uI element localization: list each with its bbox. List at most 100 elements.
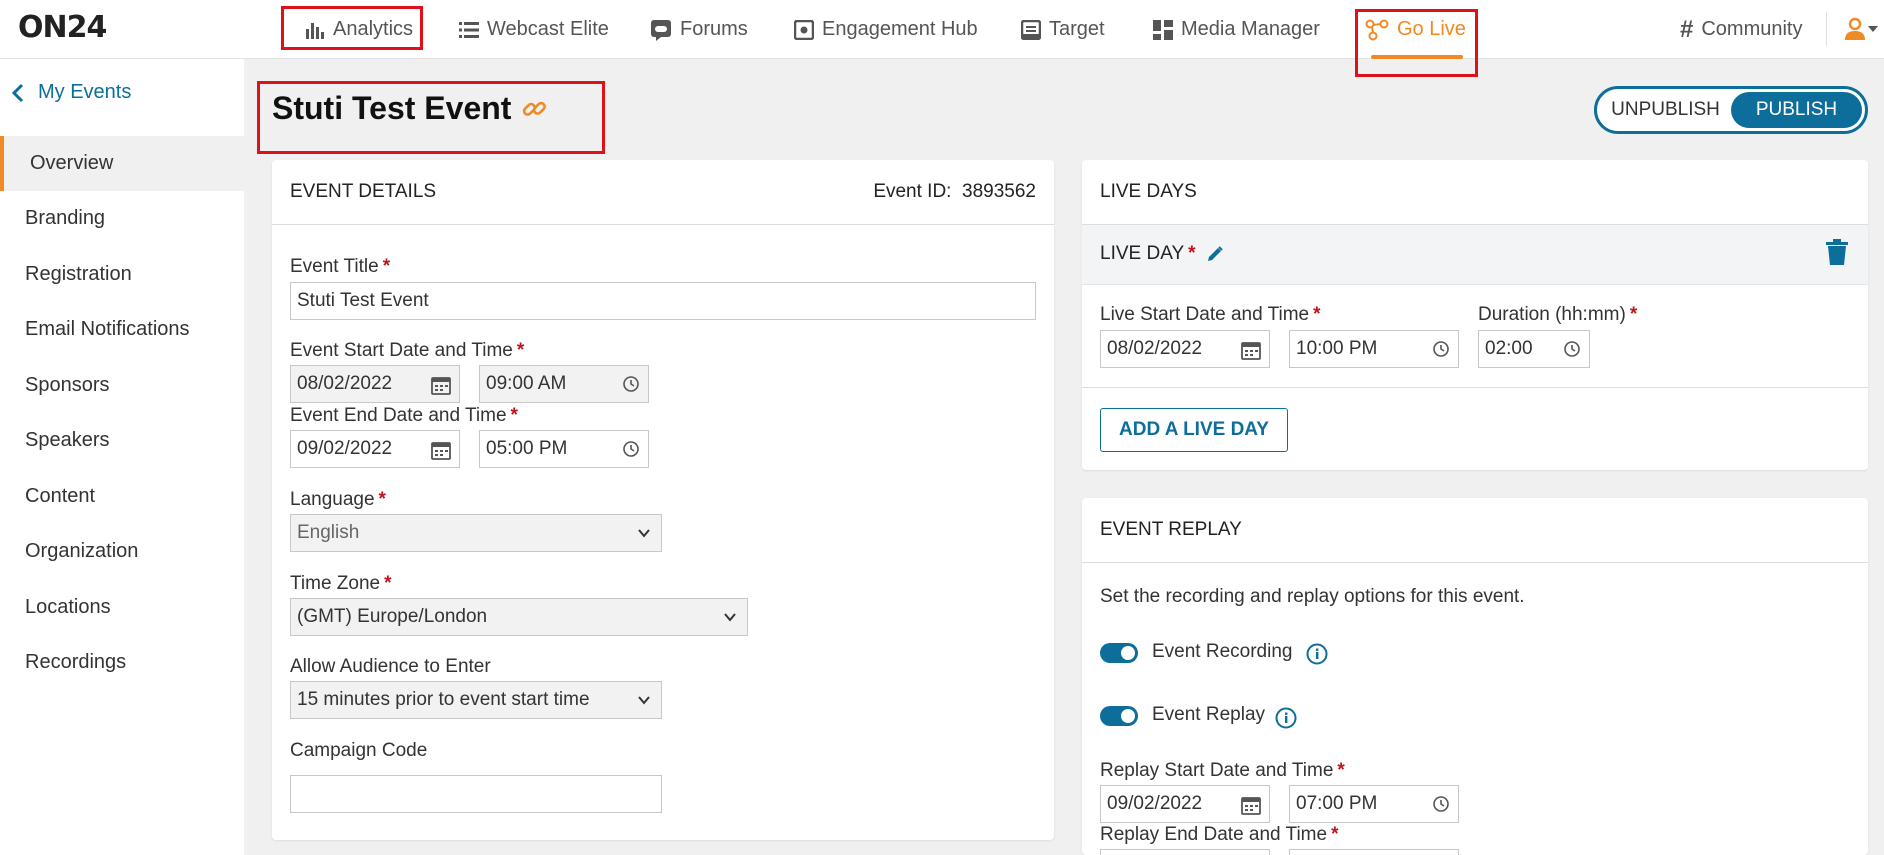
event-end-time-input[interactable]: 05:00 PM	[479, 430, 649, 468]
replay-end-time-input[interactable]	[1289, 849, 1459, 855]
nav-engagement-hub-label: Engagement Hub	[822, 18, 978, 40]
replay-start-date-input[interactable]: 09/02/2022	[1100, 785, 1270, 823]
duration-value: 02:00	[1485, 338, 1533, 359]
bar-chart-icon	[306, 22, 324, 39]
event-title-input[interactable]: Stuti Test Event	[290, 282, 1036, 320]
sidebar-item-branding[interactable]: Branding	[0, 191, 244, 246]
sidebar-item-organization[interactable]: Organization	[0, 524, 244, 579]
user-menu[interactable]	[1844, 14, 1878, 44]
event-replay-card: EVENT REPLAY Set the recording and repla…	[1082, 498, 1868, 855]
event-title-heading: Stuti Test Event	[272, 90, 512, 126]
live-start-date-value: 08/02/2022	[1107, 338, 1203, 359]
unpublish-option[interactable]: UNPUBLISH	[1600, 92, 1731, 128]
link-icon[interactable]	[521, 96, 547, 122]
trash-icon[interactable]	[1826, 239, 1848, 265]
event-start-date-value: 08/02/2022	[297, 373, 393, 394]
audience-select[interactable]: 15 minutes prior to event start time	[290, 681, 662, 719]
pencil-icon[interactable]	[1206, 245, 1224, 263]
hash-icon: #	[1680, 15, 1694, 43]
caret-down-icon	[1868, 26, 1878, 32]
publish-toggle[interactable]: UNPUBLISH PUBLISH	[1594, 86, 1868, 134]
event-start-date-input[interactable]: 08/02/2022	[290, 365, 460, 403]
nav-target[interactable]: Target	[1021, 0, 1105, 59]
replay-description: Set the recording and replay options for…	[1100, 586, 1525, 607]
go-live-icon	[1365, 19, 1389, 40]
event-id: Event ID: 3893562	[873, 181, 1036, 203]
event-end-label: Event End Date and Time *	[290, 405, 518, 426]
replay-end-date-input[interactable]	[1100, 849, 1270, 855]
chevron-down-icon	[638, 529, 650, 538]
event-details-card: EVENT DETAILS Event ID: 3893562 Event Ti…	[272, 160, 1054, 840]
add-live-day-button[interactable]: ADD A LIVE DAY	[1100, 408, 1288, 452]
calendar-icon[interactable]	[431, 440, 451, 460]
sidebar-item-content[interactable]: Content	[0, 469, 244, 524]
event-replay-toggle[interactable]	[1100, 706, 1138, 726]
sidebar-item-label: Branding	[25, 207, 106, 229]
timezone-value: (GMT) Europe/London	[297, 606, 488, 627]
live-start-time-input[interactable]: 10:00 PM	[1289, 330, 1459, 368]
event-title-label: Event Title *	[290, 256, 391, 277]
chat-icon	[651, 19, 671, 41]
nav-webcast-elite-label: Webcast Elite	[487, 18, 609, 40]
clock-icon[interactable]	[1432, 795, 1450, 813]
nav-webcast-elite[interactable]: Webcast Elite	[459, 0, 609, 59]
replay-start-time-value: 07:00 PM	[1296, 793, 1378, 814]
back-to-my-events[interactable]: My Events	[12, 81, 131, 104]
publish-option[interactable]: PUBLISH	[1731, 92, 1862, 128]
info-icon[interactable]	[1306, 643, 1328, 665]
sidebar-item-email-notifications[interactable]: Email Notifications	[0, 302, 244, 357]
nav-analytics[interactable]: Analytics	[305, 0, 413, 59]
nav-go-live-label: Go Live	[1397, 18, 1466, 40]
event-start-time-input[interactable]: 09:00 AM	[479, 365, 649, 403]
sidebar-item-speakers[interactable]: Speakers	[0, 413, 244, 468]
info-icon[interactable]	[1275, 707, 1297, 729]
event-recording-toggle[interactable]	[1100, 643, 1138, 663]
language-select[interactable]: English	[290, 514, 662, 552]
sidebar-item-overview[interactable]: Overview	[0, 136, 244, 191]
nav-forums-label: Forums	[680, 18, 748, 40]
user-icon	[1845, 17, 1865, 40]
replay-start-label: Replay Start Date and Time *	[1100, 760, 1345, 781]
chevron-down-icon	[724, 613, 736, 622]
event-replay-heading: EVENT REPLAY	[1100, 519, 1242, 540]
replay-start-time-input[interactable]: 07:00 PM	[1289, 785, 1459, 823]
live-day-row-header: LIVE DAY *	[1082, 225, 1868, 285]
nav-community[interactable]: # Community	[1680, 0, 1803, 59]
nav-engagement-hub[interactable]: Engagement Hub	[794, 0, 978, 59]
campaign-code-input[interactable]	[290, 775, 662, 813]
sidebar-item-sponsors[interactable]: Sponsors	[0, 358, 244, 413]
live-days-header: LIVE DAYS	[1082, 160, 1868, 225]
nav-analytics-label: Analytics	[333, 18, 414, 40]
timezone-select[interactable]: (GMT) Europe/London	[290, 598, 748, 636]
live-days-card: LIVE DAYS LIVE DAY * Live Start Date and …	[1082, 160, 1868, 470]
clock-icon[interactable]	[622, 375, 640, 393]
clock-icon[interactable]	[1432, 340, 1450, 358]
calendar-icon[interactable]	[431, 375, 451, 395]
calendar-icon[interactable]	[1241, 340, 1261, 360]
audience-value: 15 minutes prior to event start time	[297, 689, 590, 710]
event-end-date-input[interactable]: 09/02/2022	[290, 430, 460, 468]
sidebar-item-label: Sponsors	[25, 374, 110, 396]
sidebar-item-locations[interactable]: Locations	[0, 580, 244, 635]
live-start-date-input[interactable]: 08/02/2022	[1100, 330, 1270, 368]
timezone-label: Time Zone *	[290, 573, 392, 594]
event-end-date-value: 09/02/2022	[297, 438, 393, 459]
sidebar-item-label: Overview	[30, 152, 114, 174]
event-replay-header: EVENT REPLAY	[1082, 498, 1868, 563]
list-icon	[459, 21, 479, 38]
duration-input[interactable]: 02:00	[1478, 330, 1590, 368]
live-start-time-value: 10:00 PM	[1296, 338, 1378, 359]
page-title: Stuti Test Event	[272, 90, 547, 127]
nav-forums[interactable]: Forums	[650, 0, 748, 59]
nav-divider	[1826, 12, 1827, 46]
on24-logo[interactable]: ON24	[18, 10, 107, 45]
event-title-value: Stuti Test Event	[297, 290, 429, 311]
nav-media-manager[interactable]: Media Manager	[1153, 0, 1320, 59]
nav-go-live[interactable]: Go Live	[1363, 0, 1471, 59]
calendar-icon[interactable]	[1241, 795, 1261, 815]
sidebar-item-recordings[interactable]: Recordings	[0, 635, 244, 690]
sidebar-item-label: Speakers	[25, 429, 110, 451]
clock-icon[interactable]	[622, 440, 640, 458]
sidebar-item-registration[interactable]: Registration	[0, 247, 244, 302]
clock-icon[interactable]	[1563, 340, 1581, 358]
